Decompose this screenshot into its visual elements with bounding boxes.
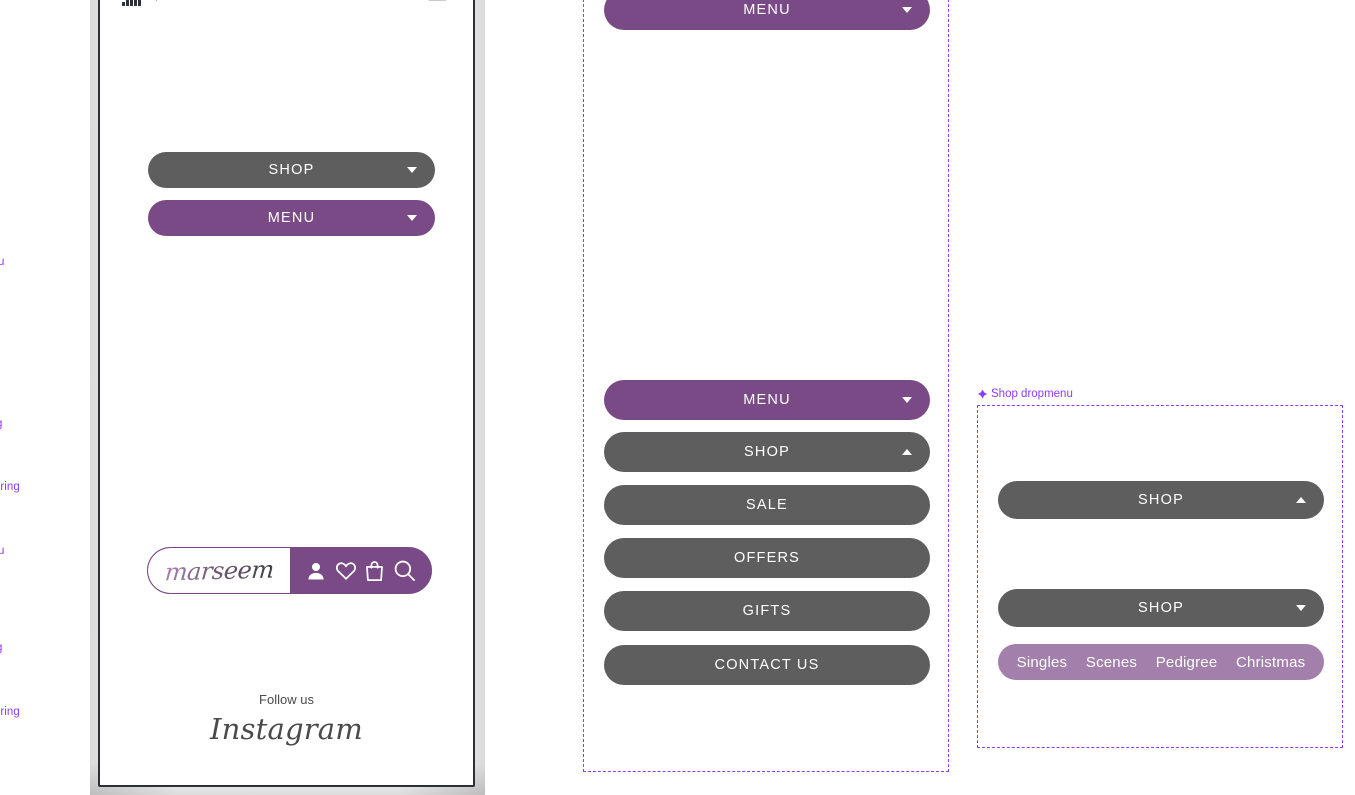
edge-annotation-label: vering <box>0 706 20 718</box>
subcategory-christmas[interactable]: Christmas <box>1236 654 1305 671</box>
chevron-up-icon <box>1296 497 1306 503</box>
button-label: SHOP <box>744 444 790 460</box>
button-label: MENU <box>743 2 791 18</box>
phone-shop-label: SHOP <box>268 162 315 178</box>
edge-annotation-label: vering <box>0 481 20 493</box>
follow-us-label: Follow us <box>259 692 314 707</box>
button-label: SALE <box>746 497 788 513</box>
wishlist-heart-icon[interactable] <box>335 560 357 582</box>
account-icon[interactable] <box>305 560 327 582</box>
chevron-down-icon <box>1296 605 1306 611</box>
button-label: SHOP <box>1138 492 1184 508</box>
status-bar-right <box>427 0 451 6</box>
button-label: MENU <box>743 392 791 408</box>
button-label: CONTACT US <box>714 657 820 673</box>
signal-bars-icon <box>122 0 141 6</box>
brand-logo-bar: marseem <box>147 547 432 594</box>
shop-subcategory-bar: Singles Scenes Pedigree Christmas <box>998 644 1324 680</box>
chevron-down-icon <box>902 397 912 403</box>
logo-icon-group <box>290 548 431 593</box>
logo-wordmark-container[interactable]: marseem <box>148 548 290 593</box>
frame-offers-button[interactable]: OFFERS <box>604 538 930 578</box>
chevron-up-icon <box>902 449 912 455</box>
frame-title[interactable]: Shop dropmenu <box>978 388 1073 400</box>
wifi-icon <box>148 0 165 6</box>
brand-wordmark: marseem <box>163 555 275 586</box>
edge-annotation-label: u <box>0 256 5 268</box>
component-diamond-icon <box>978 389 987 399</box>
frame-gifts-button[interactable]: GIFTS <box>604 591 930 631</box>
button-label: OFFERS <box>733 550 800 566</box>
frame-menu-button-top[interactable]: MENU <box>604 0 930 30</box>
chevron-down-icon <box>902 7 912 13</box>
button-label: SHOP <box>1138 600 1184 616</box>
shopping-bag-icon[interactable] <box>364 560 385 582</box>
edge-annotation-label: g <box>0 642 3 654</box>
phone-status-bar <box>100 0 473 8</box>
subcategory-scenes[interactable]: Scenes <box>1086 654 1137 671</box>
status-bar-left <box>122 0 165 6</box>
subcategory-singles[interactable]: Singles <box>1017 654 1068 671</box>
search-icon[interactable] <box>393 559 416 582</box>
phone-menu-button[interactable]: MENU <box>148 200 435 236</box>
edge-annotation-label: g <box>0 418 3 430</box>
design-canvas: u g vering u g vering <box>0 0 1355 795</box>
dropmenu-shop-button-open[interactable]: SHOP <box>998 481 1324 519</box>
frame-contact-us-button[interactable]: CONTACT US <box>604 645 930 685</box>
frame-sale-button[interactable]: SALE <box>604 485 930 525</box>
shop-dropmenu-component-frame: Shop dropmenu SHOP SHOP Singles Scenes P… <box>977 388 1343 748</box>
subcategory-pedigree[interactable]: Pedigree <box>1156 654 1218 671</box>
menu-expanded-frame: MENU MENU SHOP SALE OFFERS GIFTS CONTACT… <box>583 0 949 772</box>
dropmenu-shop-button-closed[interactable]: SHOP <box>998 589 1324 627</box>
frame-shop-button[interactable]: SHOP <box>604 432 930 472</box>
frame-title-text: Shop dropmenu <box>991 388 1073 400</box>
phone-mockup-frame: SHOP MENU marseem Follow us Instagram <box>98 0 475 787</box>
battery-icon <box>427 0 451 6</box>
edge-annotation-label: u <box>0 545 5 557</box>
button-label: GIFTS <box>742 603 792 619</box>
phone-menu-label: MENU <box>267 210 316 226</box>
frame-menu-button[interactable]: MENU <box>604 380 930 420</box>
chevron-down-icon <box>407 215 417 221</box>
instagram-link[interactable]: Instagram <box>100 712 473 746</box>
phone-shop-button[interactable]: SHOP <box>148 152 435 188</box>
chevron-down-icon <box>407 167 417 173</box>
